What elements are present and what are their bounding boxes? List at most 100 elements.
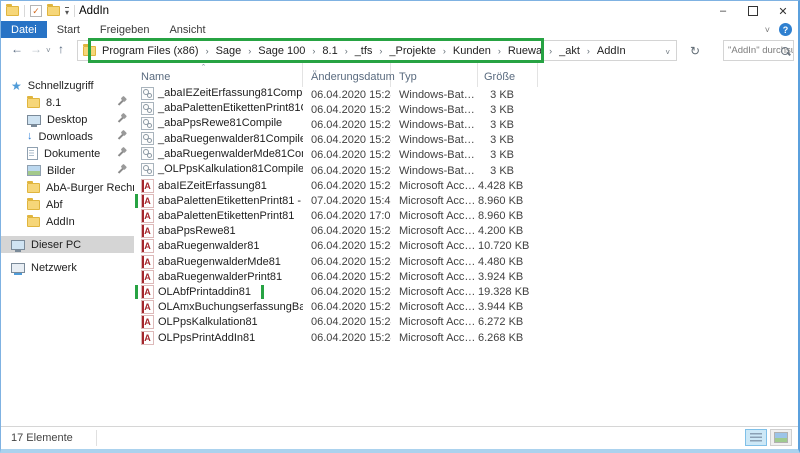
- batch-file-icon: [141, 147, 154, 160]
- tab-datei[interactable]: Datei: [1, 21, 47, 38]
- table-row[interactable]: _abaIEZeitErfassung81Compile06.04.2020 1…: [134, 87, 798, 102]
- access-file-icon: A: [141, 209, 154, 223]
- sidebar-item-label: Dieser PC: [31, 239, 81, 251]
- refresh-button[interactable]: ↻: [683, 40, 707, 61]
- customize-qat-arrow-icon[interactable]: ▾: [65, 7, 69, 16]
- breadcrumb-item[interactable]: Sage: [216, 45, 242, 57]
- table-row[interactable]: AOLPpsPrintAddIn8106.04.2020 15:24Micros…: [134, 330, 798, 345]
- breadcrumb-item[interactable]: _tfs: [355, 45, 373, 57]
- breadcrumb-item[interactable]: _Projekte: [389, 45, 435, 57]
- breadcrumb-item[interactable]: Sage 100: [258, 45, 305, 57]
- file-size: 19.328 KB: [478, 286, 538, 298]
- search-input[interactable]: "AddIn" durchsuchen: [723, 40, 794, 61]
- help-icon[interactable]: ?: [779, 23, 792, 36]
- file-size: 3 KB: [478, 89, 538, 101]
- file-name: _abaPalettenEtikettenPrint81Comile: [158, 102, 303, 114]
- maximize-button[interactable]: [738, 1, 768, 21]
- table-row[interactable]: AabaPalettenEtikettenPrint81 - Kopie07.0…: [134, 193, 798, 208]
- breadcrumb-item[interactable]: Ruewa: [508, 45, 542, 57]
- table-row[interactable]: AabaRuegenwalderMde8106.04.2020 15:24Mic…: [134, 254, 798, 269]
- file-name: abaRuegenwalderMde81: [158, 256, 281, 268]
- new-folder-icon[interactable]: [47, 6, 60, 16]
- sidebar-item-schnellzugriff[interactable]: ★Schnellzugriff: [1, 77, 134, 94]
- file-name-wrap: _abaPpsRewe81Compile: [139, 117, 290, 130]
- access-file-icon: A: [141, 224, 154, 238]
- sidebar-item-dokumente[interactable]: Dokumente: [1, 145, 134, 162]
- table-row[interactable]: AOLAmxBuchungserfassungBarcode8106.04.20…: [134, 300, 798, 315]
- breadcrumb-item[interactable]: _akt: [559, 45, 580, 57]
- table-row[interactable]: _OLPpsKalkulation81Compile06.04.2020 15:…: [134, 163, 798, 178]
- sidebar-item-aba-burger-rechnu-[interactable]: AbA-Burger Rechnu...: [1, 179, 134, 196]
- ribbon-right: ˅ ?: [765, 21, 792, 38]
- file-date: 06.04.2020 15:24: [303, 240, 391, 252]
- recent-locations-icon[interactable]: ˅: [46, 46, 51, 55]
- back-icon[interactable]: ←: [11, 42, 23, 56]
- tab-freigeben[interactable]: Freigeben: [90, 21, 160, 38]
- file-name-wrap: AOLAmxBuchungserfassungBarcode81: [139, 300, 303, 314]
- sidebar-item-label: Netzwerk: [31, 262, 77, 274]
- sidebar-item-netzwerk[interactable]: Netzwerk: [1, 259, 134, 276]
- close-button[interactable]: ✕: [768, 1, 798, 21]
- table-row[interactable]: _abaRuegenwalder81Compile06.04.2020 15:2…: [134, 133, 798, 148]
- address-dropdown-icon[interactable]: ˅: [665, 48, 670, 57]
- access-file-icon: A: [141, 300, 154, 314]
- file-name-wrap: AabaIEZeitErfassung81: [139, 179, 275, 193]
- file-name: abaPalettenEtikettenPrint81: [158, 210, 294, 222]
- file-size: 4.200 KB: [478, 225, 538, 237]
- breadcrumb-item[interactable]: 8.1: [322, 45, 337, 57]
- sidebar-item-label: Schnellzugriff: [28, 80, 94, 92]
- table-row[interactable]: _abaPpsRewe81Compile06.04.2020 15:24Wind…: [134, 117, 798, 132]
- table-row[interactable]: AabaPpsRewe8106.04.2020 15:24Microsoft A…: [134, 224, 798, 239]
- file-name: abaPalettenEtikettenPrint81 - Kopie: [158, 195, 303, 207]
- sidebar-item-dieser-pc[interactable]: Dieser PC: [1, 236, 134, 253]
- file-size: 3.944 KB: [478, 301, 538, 313]
- file-date: 06.04.2020 15:24: [303, 119, 391, 131]
- details-view-button[interactable]: [745, 429, 767, 446]
- table-row[interactable]: _abaPalettenEtikettenPrint81Comile06.04.…: [134, 102, 798, 117]
- column-header-type[interactable]: Typ: [391, 63, 478, 87]
- file-size: 3.924 KB: [478, 271, 538, 283]
- sidebar-item-abf[interactable]: Abf: [1, 196, 134, 213]
- table-row[interactable]: AabaRuegenwalder8106.04.2020 15:24Micros…: [134, 239, 798, 254]
- table-row[interactable]: AabaIEZeitErfassung8106.04.2020 15:24Mic…: [134, 178, 798, 193]
- file-name-cell: AOLAmxBuchungserfassungBarcode81: [134, 300, 303, 314]
- sidebar-item-bilder[interactable]: Bilder: [1, 162, 134, 179]
- sort-ascending-icon: ˆ: [202, 63, 205, 73]
- sidebar-item-addin[interactable]: AddIn: [1, 213, 134, 230]
- breadcrumb-item[interactable]: AddIn: [597, 45, 626, 57]
- up-icon[interactable]: ↑: [58, 42, 64, 56]
- monitor-icon: [27, 115, 41, 125]
- tab-ansicht[interactable]: Ansicht: [159, 21, 215, 38]
- properties-check-icon[interactable]: ✓: [30, 5, 42, 17]
- tab-start[interactable]: Start: [47, 21, 90, 38]
- file-date: 06.04.2020 15:24: [303, 104, 391, 116]
- sidebar-item-8-1[interactable]: 8.1: [1, 94, 134, 111]
- breadcrumb-item[interactable]: Kunden: [453, 45, 491, 57]
- file-name: abaRuegenwalderPrint81: [158, 271, 282, 283]
- column-header-size[interactable]: Größe: [478, 63, 538, 87]
- forward-icon[interactable]: →: [30, 42, 42, 56]
- file-date: 06.04.2020 15:24: [303, 316, 391, 328]
- net-icon: [11, 263, 25, 273]
- table-row[interactable]: _abaRuegenwalderMde81Compile06.04.2020 1…: [134, 148, 798, 163]
- file-explorer-window: ✓ ▾ AddIn – ✕ DateiStartFreigebenAnsicht…: [0, 0, 800, 453]
- column-header-name[interactable]: Name: [134, 63, 303, 87]
- table-row[interactable]: AOLAbfPrintaddin8106.04.2020 15:24Micros…: [134, 284, 798, 299]
- sidebar-item-downloads[interactable]: ↓Downloads: [1, 128, 134, 145]
- file-name: OLPpsKalkulation81: [158, 316, 258, 328]
- breadcrumb-separator: ›: [379, 46, 382, 56]
- table-row[interactable]: AabaRuegenwalderPrint8106.04.2020 15:24M…: [134, 269, 798, 284]
- minimize-button[interactable]: –: [708, 1, 738, 21]
- large-icons-view-button[interactable]: [770, 429, 792, 446]
- sidebar-item-desktop[interactable]: Desktop: [1, 111, 134, 128]
- breadcrumb-item[interactable]: Program Files (x86): [102, 45, 199, 57]
- file-type: Microsoft Access ...: [391, 195, 478, 207]
- file-date: 06.04.2020 15:24: [303, 149, 391, 161]
- expand-ribbon-icon[interactable]: ˅: [765, 25, 770, 35]
- file-name: OLAbfPrintaddin81: [158, 286, 251, 298]
- file-name-wrap: AabaRuegenwalderMde81: [139, 255, 289, 269]
- column-header-date[interactable]: Änderungsdatum: [303, 63, 391, 87]
- table-row[interactable]: AOLPpsKalkulation8106.04.2020 15:24Micro…: [134, 315, 798, 330]
- address-field[interactable]: Program Files (x86)›Sage›Sage 100›8.1›_t…: [77, 40, 677, 61]
- table-row[interactable]: AabaPalettenEtikettenPrint8106.04.2020 1…: [134, 209, 798, 224]
